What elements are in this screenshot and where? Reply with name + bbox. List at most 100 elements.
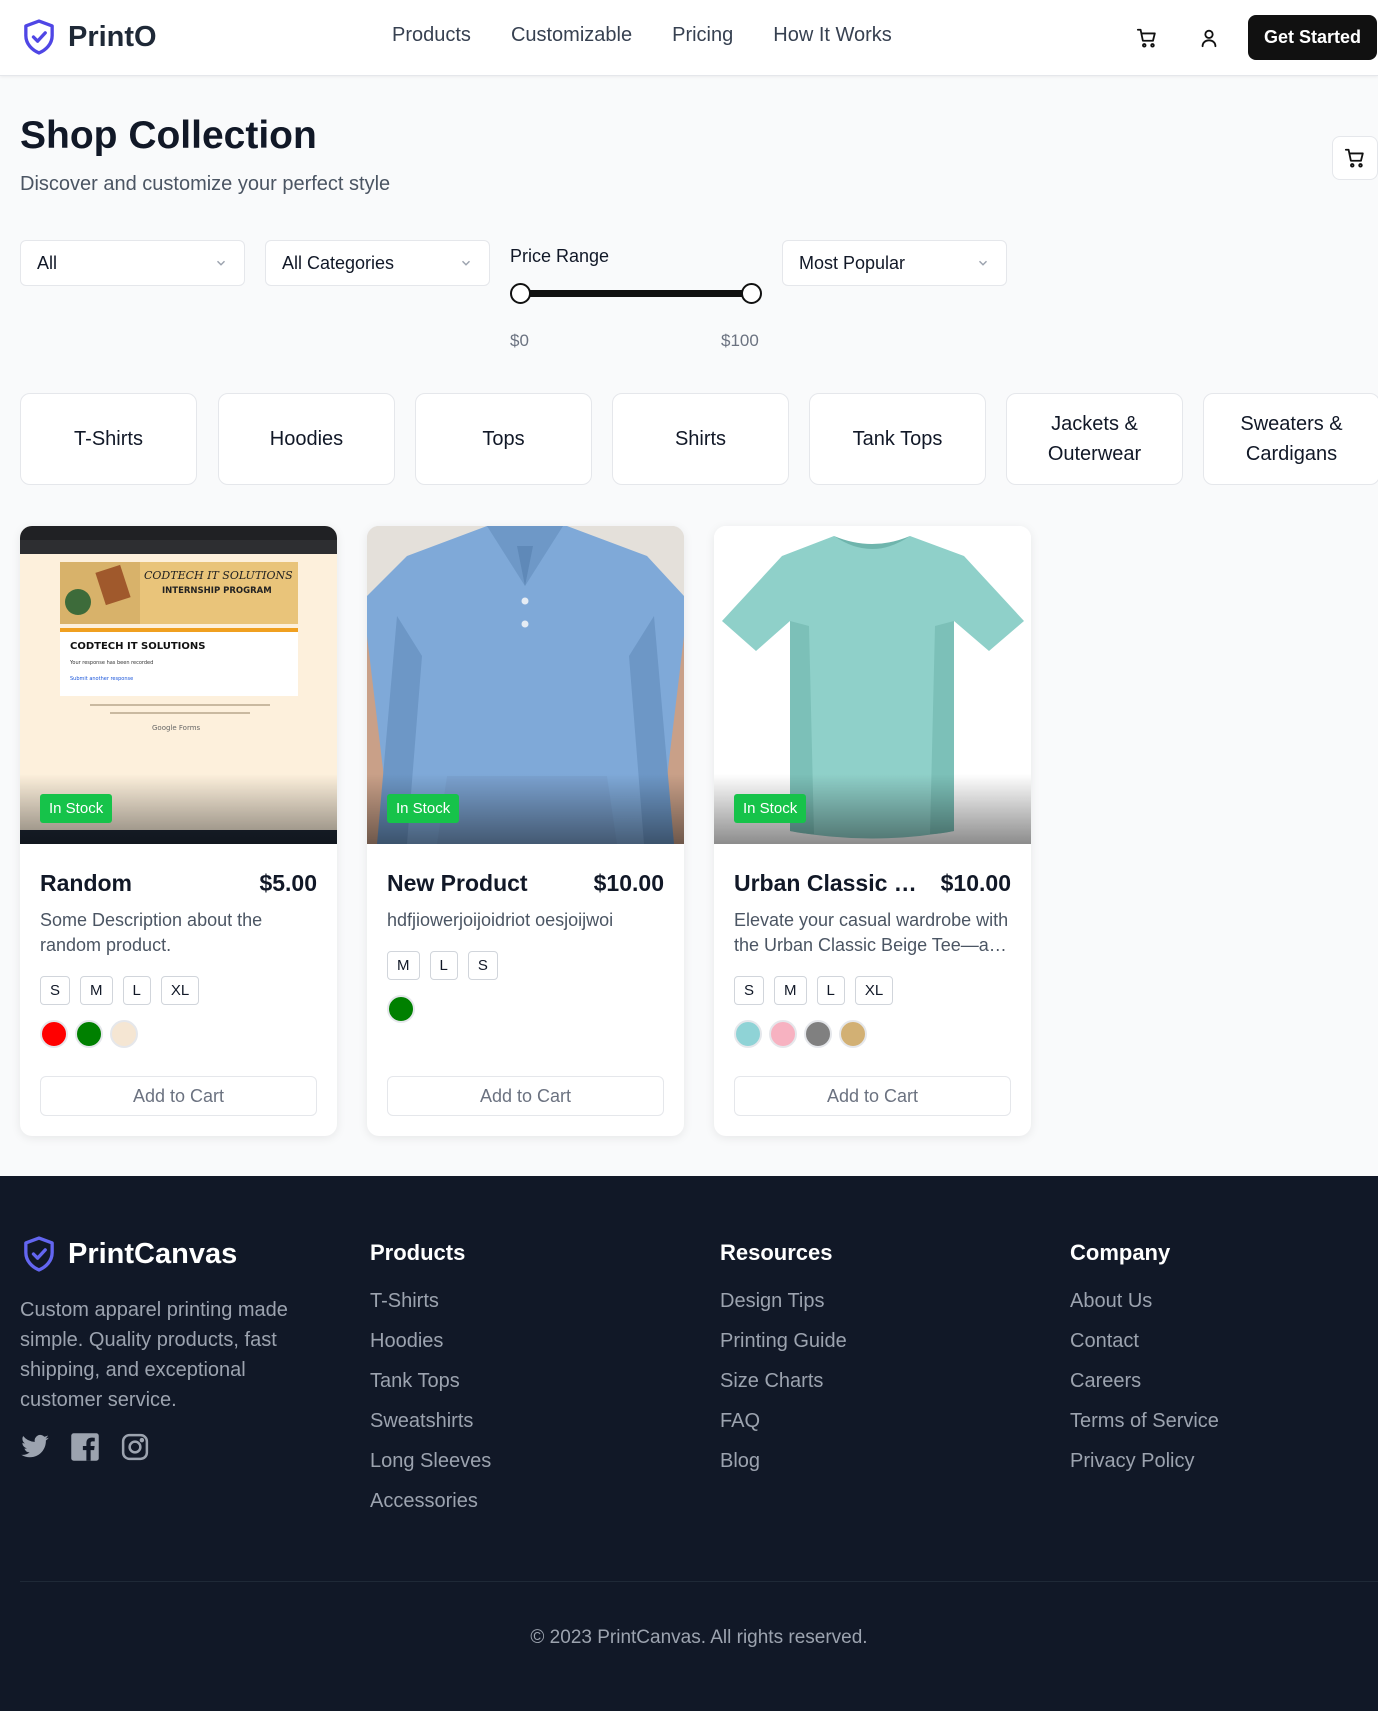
product-card[interactable]: In Stock Urban Classic Beige Tee $10.00 … [714, 526, 1031, 1136]
copyright-text: © 2023 PrintCanvas. All rights reserved. [530, 1627, 868, 1648]
stock-badge: In Stock [734, 794, 807, 823]
size-option[interactable]: M [387, 951, 420, 980]
color-swatch[interactable] [110, 1020, 138, 1048]
product-image[interactable]: In Stock [367, 526, 684, 844]
color-swatch[interactable] [839, 1020, 867, 1048]
size-options: M L S [387, 951, 498, 980]
footer-link[interactable]: Contact [1070, 1328, 1219, 1355]
product-card[interactable]: CODTECH IT SOLUTIONS INTERNSHIP PROGRAM … [20, 526, 337, 1136]
price-min-value: $0 [510, 331, 529, 350]
category-sweaters-cardigans[interactable]: Sweaters & Cardigans [1203, 393, 1378, 485]
color-swatch[interactable] [75, 1020, 103, 1048]
product-name: Urban Classic Beige Tee [734, 870, 929, 896]
category-tank-tops[interactable]: Tank Tops [809, 393, 986, 485]
size-option[interactable]: L [816, 976, 845, 1005]
nav-customizable[interactable]: Customizable [511, 24, 632, 47]
size-option[interactable]: S [467, 951, 498, 980]
cart-icon [1344, 148, 1364, 168]
size-option[interactable]: XL [160, 976, 200, 1005]
get-started-button[interactable]: Get Started [1248, 15, 1377, 60]
stock-badge: In Stock [40, 794, 113, 823]
nav-pricing[interactable]: Pricing [672, 24, 733, 47]
size-option[interactable]: XL [854, 976, 894, 1005]
image-banner-text: CODTECH IT SOLUTIONS [144, 569, 293, 582]
site-header: PrintO Products Customizable Pricing How… [0, 0, 1378, 76]
footer-column-resources: Resources Design Tips Printing Guide Siz… [720, 1240, 847, 1488]
footer-divider [20, 1581, 1378, 1582]
footer-link[interactable]: Blog [720, 1448, 847, 1475]
color-options [734, 1020, 867, 1048]
category-shirts[interactable]: Shirts [612, 393, 789, 485]
footer-link[interactable]: Printing Guide [720, 1328, 847, 1355]
chevron-down-icon [216, 260, 226, 266]
color-swatch[interactable] [40, 1020, 68, 1048]
footer-brand-logo[interactable]: PrintCanvas [22, 1236, 237, 1272]
add-to-cart-button[interactable]: Add to Cart [734, 1076, 1011, 1116]
main-nav: Products Customizable Pricing How It Wor… [392, 24, 892, 47]
price-slider-track[interactable] [520, 290, 750, 297]
image-form-message: Your response has been recorded [69, 660, 153, 666]
footer-link[interactable]: T-Shirts [370, 1288, 491, 1315]
footer-link[interactable]: FAQ [720, 1408, 847, 1435]
product-description: Some Description about the random produc… [40, 910, 263, 955]
product-image[interactable]: CODTECH IT SOLUTIONS INTERNSHIP PROGRAM … [20, 526, 337, 844]
category-jackets-outerwear[interactable]: Jackets & Outerwear [1006, 393, 1183, 485]
product-name: Random [40, 870, 132, 896]
category-select[interactable]: All Categories [265, 240, 490, 286]
size-option[interactable]: M [80, 976, 113, 1005]
color-options [40, 1020, 138, 1048]
footer-column-title: Company [1070, 1240, 1171, 1265]
footer-link[interactable]: Tank Tops [370, 1368, 491, 1395]
footer-link[interactable]: Design Tips [720, 1288, 847, 1315]
social-links [20, 1432, 150, 1467]
size-option[interactable]: L [122, 976, 151, 1005]
nav-products[interactable]: Products [392, 24, 471, 47]
sort-select-value: Most Popular [799, 252, 906, 273]
price-range-label: Price Range [510, 246, 610, 266]
sort-select[interactable]: Most Popular [782, 240, 1007, 286]
twitter-icon[interactable] [20, 1432, 50, 1467]
footer-link[interactable]: Terms of Service [1070, 1408, 1219, 1435]
footer-link[interactable]: Careers [1070, 1368, 1219, 1395]
footer-link[interactable]: Privacy Policy [1070, 1448, 1219, 1475]
add-to-cart-button[interactable]: Add to Cart [40, 1076, 317, 1116]
color-swatch[interactable] [387, 995, 415, 1023]
size-option[interactable]: L [429, 951, 458, 980]
product-price: $10.00 [593, 870, 664, 896]
brand-logo[interactable]: PrintO [22, 19, 157, 55]
shield-check-icon [24, 1236, 54, 1272]
size-option[interactable]: S [734, 976, 765, 1005]
cart-icon[interactable] [1134, 25, 1160, 51]
color-options [387, 995, 415, 1023]
add-to-cart-button[interactable]: Add to Cart [387, 1076, 664, 1116]
color-swatch[interactable] [804, 1020, 832, 1048]
product-price: $5.00 [259, 870, 317, 896]
product-card[interactable]: In Stock New Product $10.00 hdfjiowerjoi… [367, 526, 684, 1136]
color-swatch[interactable] [769, 1020, 797, 1048]
stock-badge: In Stock [387, 794, 460, 823]
footer-link[interactable]: Size Charts [720, 1368, 847, 1395]
instagram-icon[interactable] [120, 1432, 150, 1467]
product-image[interactable]: In Stock [714, 526, 1031, 844]
price-slider-max-handle[interactable] [741, 283, 762, 304]
category-t-shirts[interactable]: T-Shirts [20, 393, 197, 485]
size-option[interactable]: M [774, 976, 807, 1005]
category-hoodies[interactable]: Hoodies [218, 393, 395, 485]
floating-cart-button[interactable] [1332, 136, 1378, 180]
nav-how-it-works[interactable]: How It Works [773, 24, 892, 47]
category-tops[interactable]: Tops [415, 393, 592, 485]
color-swatch[interactable] [734, 1020, 762, 1048]
facebook-icon[interactable] [70, 1432, 100, 1467]
price-slider-min-handle[interactable] [510, 283, 531, 304]
footer-column-products: Products T-Shirts Hoodies Tank Tops Swea… [370, 1240, 491, 1528]
type-select[interactable]: All [20, 240, 245, 286]
footer-link[interactable]: Long Sleeves [370, 1448, 491, 1475]
size-option[interactable]: S [40, 976, 71, 1005]
footer-link[interactable]: Sweatshirts [370, 1408, 491, 1435]
user-icon[interactable] [1196, 25, 1222, 51]
shield-check-icon [24, 19, 54, 55]
footer-link[interactable]: Hoodies [370, 1328, 491, 1355]
footer-link[interactable]: Accessories [370, 1488, 491, 1515]
size-options: S M L XL [40, 976, 200, 1005]
footer-link[interactable]: About Us [1070, 1288, 1219, 1315]
